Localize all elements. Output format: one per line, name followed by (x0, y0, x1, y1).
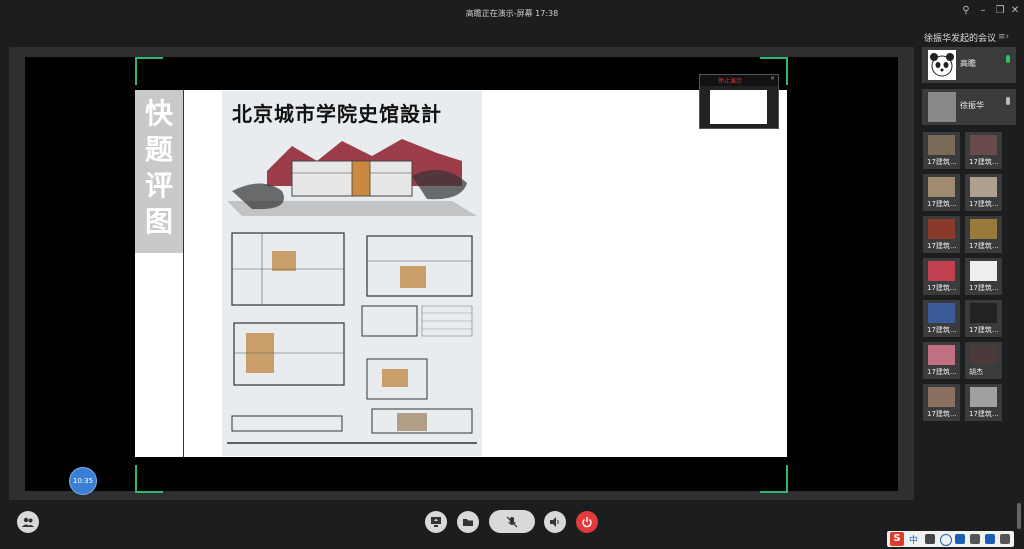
ime-toolbar[interactable]: S 中 (887, 531, 1014, 547)
meeting-title: 徐振华发起的会议 (924, 34, 997, 44)
punctuation-icon[interactable] (925, 534, 935, 544)
sidebar-scrollbar[interactable] (1017, 503, 1021, 529)
folder-icon (463, 519, 473, 526)
participant-name: 17建筑... (969, 326, 999, 334)
avatar (928, 177, 955, 197)
participant-name: 17建筑... (927, 284, 957, 292)
preview-close-icon[interactable]: × (770, 75, 775, 82)
stop-presenting-label[interactable]: 停止演示 (718, 76, 742, 85)
avatar (970, 135, 997, 155)
poster-drawing (227, 139, 477, 444)
participant-tile[interactable]: 17建筑... (923, 216, 960, 253)
participant-tile[interactable]: 17建筑... (965, 300, 1002, 337)
participant-tile[interactable]: 17建筑... (965, 384, 1002, 421)
pin-icon[interactable]: ⚲ (959, 4, 973, 18)
participant-tile[interactable]: 17建筑... (965, 216, 1002, 253)
participant-tile[interactable]: 17建筑... (923, 300, 960, 337)
participant-tile[interactable]: 17建筑... (923, 342, 960, 379)
participant-tile[interactable]: 17建筑... (965, 258, 1002, 295)
people-icon (22, 517, 34, 527)
participant-name: 17建筑... (969, 410, 999, 418)
share-screen-button[interactable] (425, 511, 447, 533)
keyboard-icon[interactable] (970, 534, 980, 544)
participant-name: 17建筑... (969, 158, 999, 166)
avatar (970, 387, 997, 407)
preview-screen (710, 90, 767, 124)
participant-name: 17建筑... (927, 410, 957, 418)
ime-logo: S (890, 532, 904, 546)
mic-off-icon (506, 516, 518, 527)
participant-name: 17建筑... (927, 158, 957, 166)
toolbox-icon[interactable] (1000, 534, 1010, 544)
participant-name: 高瞻 (960, 59, 976, 68)
participant-name: 17建筑... (927, 368, 957, 376)
participant-tile[interactable]: 17建筑... (923, 384, 960, 421)
timer-badge: 10:35 (69, 467, 97, 495)
list-collapse-icon[interactable]: ≡› (998, 32, 1009, 42)
avatar (928, 219, 955, 239)
avatar (928, 135, 955, 155)
avatar (928, 50, 956, 80)
avatar (928, 261, 955, 281)
participant-tile[interactable]: 17建筑... (965, 174, 1002, 211)
participant-name: 17建筑... (927, 326, 957, 334)
participant-tile[interactable]: 17建筑... (923, 132, 960, 169)
architecture-poster (222, 91, 482, 456)
restore-icon[interactable]: ❐ (993, 4, 1007, 18)
corner-bracket (135, 57, 163, 85)
end-meeting-button[interactable] (576, 511, 598, 533)
avatar (970, 261, 997, 281)
participant-tile[interactable]: 17建筑... (923, 174, 960, 211)
screen-share-icon (431, 517, 441, 527)
skin-icon[interactable] (985, 534, 995, 544)
close-icon[interactable]: ✕ (1008, 4, 1022, 18)
participant-name: 17建筑... (969, 200, 999, 208)
window-title: 高瞻正在演示-屏幕 17:38 (465, 9, 559, 18)
poster-title: 北京城市学院史馆設計 (232, 102, 442, 126)
voice-icon[interactable] (955, 534, 965, 544)
panda-avatar-icon (930, 53, 954, 77)
slide-side-label: 快题评图 (144, 97, 173, 238)
avatar (970, 177, 997, 197)
avatar (928, 387, 955, 407)
avatar (970, 303, 997, 323)
avatar (928, 303, 955, 323)
divider (183, 90, 184, 457)
corner-bracket (135, 465, 163, 493)
presenter-preview[interactable]: 停止演示 × (699, 74, 779, 129)
participant-name: 17建筑... (969, 242, 999, 250)
avatar (970, 219, 997, 239)
participant-tile[interactable]: 17建筑... (923, 258, 960, 295)
mic-active-icon (1006, 55, 1010, 63)
participant-name: 17建筑... (969, 284, 999, 292)
speaker-button[interactable] (544, 511, 566, 533)
participants-button[interactable] (17, 511, 39, 533)
avatar (928, 92, 956, 122)
participant-tile-organizer[interactable]: 徐振华 (922, 89, 1016, 125)
power-icon (582, 517, 592, 528)
participant-tile[interactable]: 17建筑... (965, 132, 1002, 169)
speaker-icon (550, 517, 559, 527)
participant-name: 17建筑... (927, 242, 957, 250)
mute-button[interactable] (489, 510, 535, 533)
emoji-icon[interactable] (940, 534, 952, 546)
avatar (928, 345, 955, 365)
participant-name: 17建筑... (927, 200, 957, 208)
ime-mode[interactable]: 中 (909, 533, 918, 546)
participant-tile-host[interactable]: 高瞻 (922, 47, 1016, 83)
participant-name: 徐振华 (960, 101, 984, 110)
avatar (970, 345, 997, 365)
document-button[interactable] (457, 511, 479, 533)
participant-tile[interactable]: 胡杰 (965, 342, 1002, 379)
mic-icon (1006, 97, 1010, 105)
preview-header: 停止演示 × (700, 75, 778, 86)
participant-name: 胡杰 (969, 368, 983, 376)
corner-bracket (760, 465, 788, 493)
minimize-icon[interactable]: – (976, 4, 990, 18)
